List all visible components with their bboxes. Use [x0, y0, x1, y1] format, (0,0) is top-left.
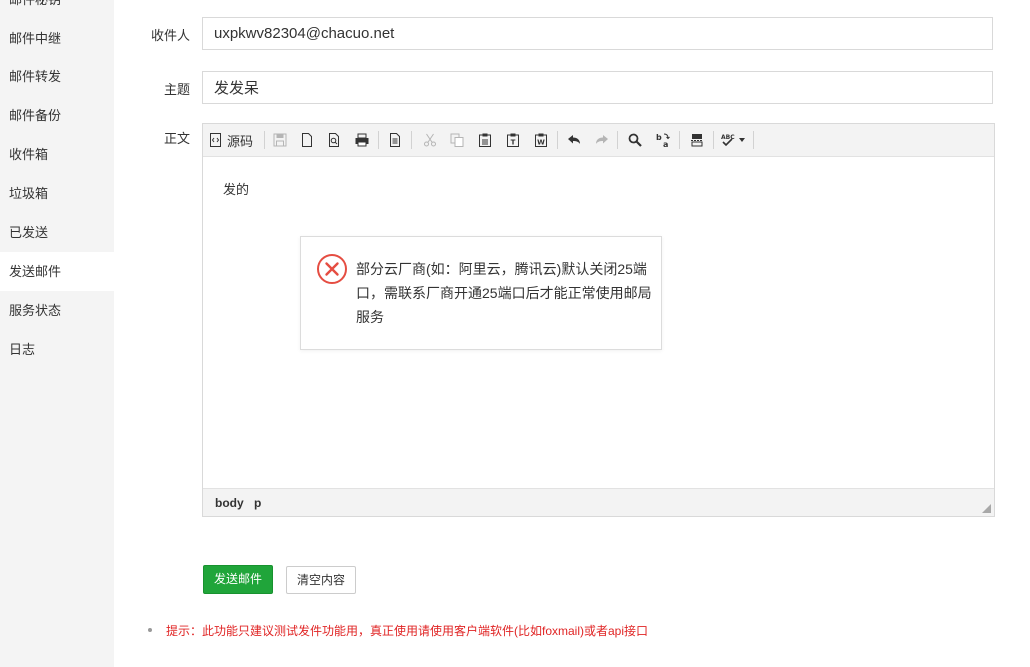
bullet-icon: [148, 628, 152, 632]
sidebar-item-send-mail[interactable]: 发送邮件: [0, 252, 114, 291]
path-item-body[interactable]: body: [215, 496, 244, 510]
send-mail-button[interactable]: 发送邮件: [203, 565, 273, 594]
print-button[interactable]: [351, 129, 373, 151]
template-icon: [390, 133, 400, 147]
paste-text-icon: T: [507, 133, 519, 147]
svg-text:ABC: ABC: [721, 134, 735, 141]
source-icon: [210, 133, 221, 147]
copy-icon: [450, 133, 464, 147]
subject-input[interactable]: [202, 71, 993, 104]
recipient-label: 收件人: [150, 28, 190, 43]
toolbar-separator: [713, 131, 714, 149]
svg-text:T: T: [511, 139, 516, 147]
undo-icon: [568, 135, 580, 144]
page-break-button[interactable]: [686, 129, 708, 151]
page-break-icon: [691, 134, 703, 147]
sidebar-item-inbox[interactable]: 收件箱: [0, 135, 114, 174]
preview-button[interactable]: [323, 129, 345, 151]
svg-text:a: a: [663, 140, 668, 148]
toolbar-separator: [557, 131, 558, 149]
search-icon: [628, 133, 642, 147]
editor-paragraph: 发的: [223, 182, 250, 197]
save-button[interactable]: [269, 129, 291, 151]
find-button[interactable]: [624, 129, 646, 151]
toolbar-separator: [411, 131, 412, 149]
error-toast: 部分云厂商(如：阿里云，腾讯云)默认关闭25端口，需联系厂商开通25端口后才能正…: [300, 236, 662, 350]
paste-word-icon: W: [535, 133, 547, 147]
sidebar-item-spam[interactable]: 垃圾箱: [0, 174, 114, 213]
source-code-button[interactable]: 源码: [209, 129, 257, 151]
clear-content-button[interactable]: 清空内容: [286, 566, 356, 594]
editor-statusbar: body p: [203, 488, 994, 516]
spellcheck-button[interactable]: ABC: [719, 129, 747, 151]
undo-button[interactable]: [563, 129, 585, 151]
paste-text-button[interactable]: T: [502, 129, 524, 151]
scissors-icon: [424, 133, 436, 147]
svg-text:b: b: [656, 133, 662, 142]
new-document-button[interactable]: [296, 129, 318, 151]
toolbar-separator: [753, 131, 754, 149]
svg-text:W: W: [537, 139, 545, 147]
chevron-down-icon: [739, 138, 745, 142]
sidebar-item-logs[interactable]: 日志: [0, 330, 114, 369]
subject-label: 主题: [163, 82, 190, 97]
toolbar-separator: [264, 131, 265, 149]
recipient-input[interactable]: [202, 17, 993, 50]
save-icon: [273, 133, 287, 147]
replace-icon: ba: [656, 133, 670, 148]
error-icon: [317, 254, 347, 284]
preview-icon: [329, 133, 339, 147]
toolbar-separator: [378, 131, 379, 149]
new-document-icon: [302, 133, 312, 147]
toolbar-separator: [617, 131, 618, 149]
cut-button[interactable]: [419, 129, 441, 151]
source-label: 源码: [227, 133, 254, 149]
editor-toolbar: 源码 T W b a ABC: [203, 124, 994, 157]
toast-message: 部分云厂商(如：阿里云，腾讯云)默认关闭25端口，需联系厂商开通25端口后才能正…: [356, 261, 652, 325]
body-label: 正文: [163, 131, 190, 146]
templates-button[interactable]: [384, 129, 406, 151]
paste-button[interactable]: [474, 129, 496, 151]
sidebar-item-sent[interactable]: 已发送: [0, 213, 114, 252]
sidebar-item-mail-forward[interactable]: 邮件转发: [0, 57, 114, 96]
sidebar: 邮件秘钥 邮件中继 邮件转发 邮件备份 收件箱 垃圾箱 已发送 发送邮件 服务状…: [0, 0, 114, 667]
redo-button[interactable]: [591, 129, 613, 151]
sidebar-item-mail-key[interactable]: 邮件秘钥: [0, 0, 114, 19]
sidebar-item-mail-relay[interactable]: 邮件中继: [0, 19, 114, 58]
resize-handle[interactable]: [982, 504, 991, 513]
redo-icon: [596, 135, 608, 144]
paste-icon: [479, 133, 491, 147]
tip-text: 提示：此功能只建议测试发件功能用，真正使用请使用客户端软件(比如foxmail)…: [166, 624, 649, 638]
path-item-p[interactable]: p: [254, 496, 261, 510]
copy-button[interactable]: [446, 129, 468, 151]
spellcheck-icon: ABC: [721, 134, 735, 147]
paste-word-button[interactable]: W: [530, 129, 552, 151]
sidebar-item-mail-backup[interactable]: 邮件备份: [0, 96, 114, 135]
toolbar-separator: [679, 131, 680, 149]
replace-button[interactable]: ba: [652, 129, 674, 151]
print-icon: [355, 133, 369, 147]
sidebar-item-service-status[interactable]: 服务状态: [0, 291, 114, 330]
